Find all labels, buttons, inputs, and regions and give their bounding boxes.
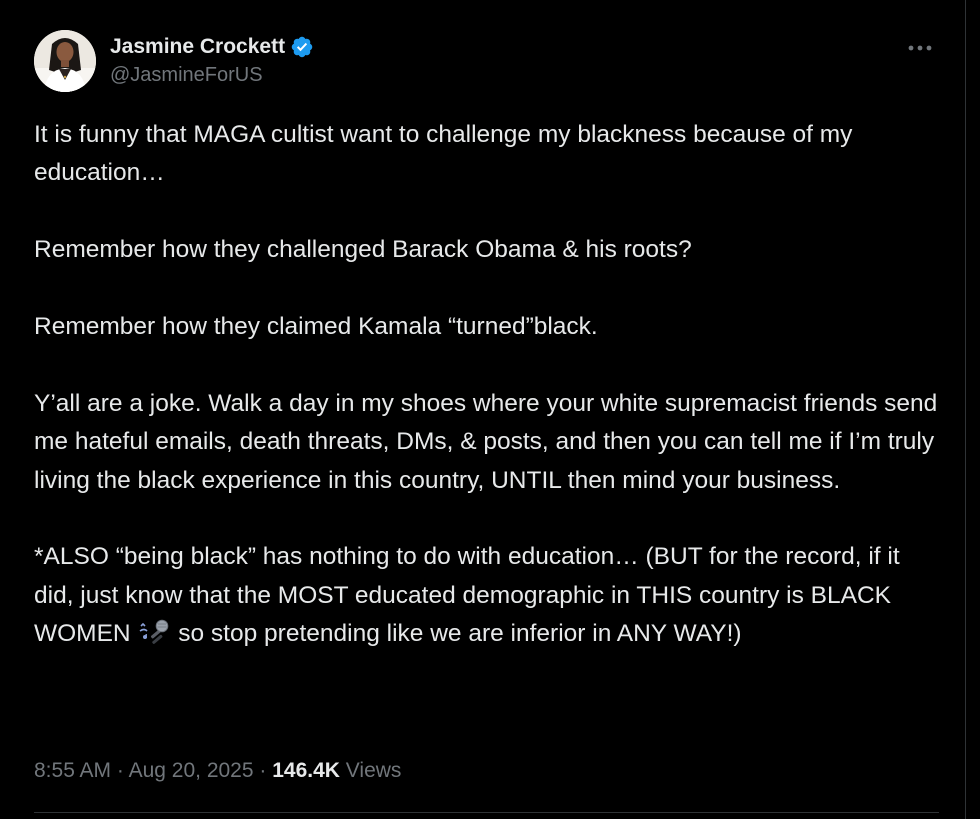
- verified-badge-icon[interactable]: [290, 35, 314, 59]
- more-options-icon[interactable]: [906, 38, 934, 58]
- meta-separator: ·: [259, 759, 267, 782]
- meta-separator: ·: [116, 759, 124, 782]
- tweet-paragraph: Y’all are a joke. Walk a day in my shoes…: [34, 389, 938, 494]
- tweet-meta: 8:55 AM · Aug 20, 2025 · 146.4K Views: [34, 756, 401, 786]
- tweet-paragraph: Remember how they challenged Barack Obam…: [34, 236, 692, 264]
- display-name-row: Jasmine Crockett: [110, 34, 314, 60]
- tweet-paragraph-last: *ALSO “being black” has nothing to do wi…: [34, 538, 939, 653]
- views-label[interactable]: Views: [346, 759, 402, 782]
- tweet-paragraph: It is funny that MAGA cultist want to ch…: [34, 121, 853, 187]
- display-name[interactable]: Jasmine Crockett: [110, 34, 285, 60]
- handle[interactable]: @JasmineForUS: [110, 62, 314, 88]
- tweet-text: It is funny that MAGA cultist want to ch…: [34, 116, 939, 654]
- divider: [34, 812, 939, 813]
- avatar[interactable]: [34, 30, 96, 92]
- tweet-header: Jasmine Crockett @JasmineForUS: [34, 30, 944, 94]
- tweet-time[interactable]: 8:55 AM: [34, 759, 111, 782]
- views-count[interactable]: 146.4K: [272, 759, 340, 782]
- author-names: Jasmine Crockett @JasmineForUS: [110, 34, 314, 88]
- tweet-paragraph: Remember how they claimed Kamala “turned…: [34, 313, 598, 340]
- tweet-frame: Jasmine Crockett @JasmineForUS It is fun…: [0, 0, 966, 819]
- tweet-text-after-emoji: so stop pretending like we are inferior …: [178, 620, 742, 648]
- tweet-date[interactable]: Aug 20, 2025: [129, 759, 254, 782]
- microphone-emoji-icon: [137, 618, 171, 646]
